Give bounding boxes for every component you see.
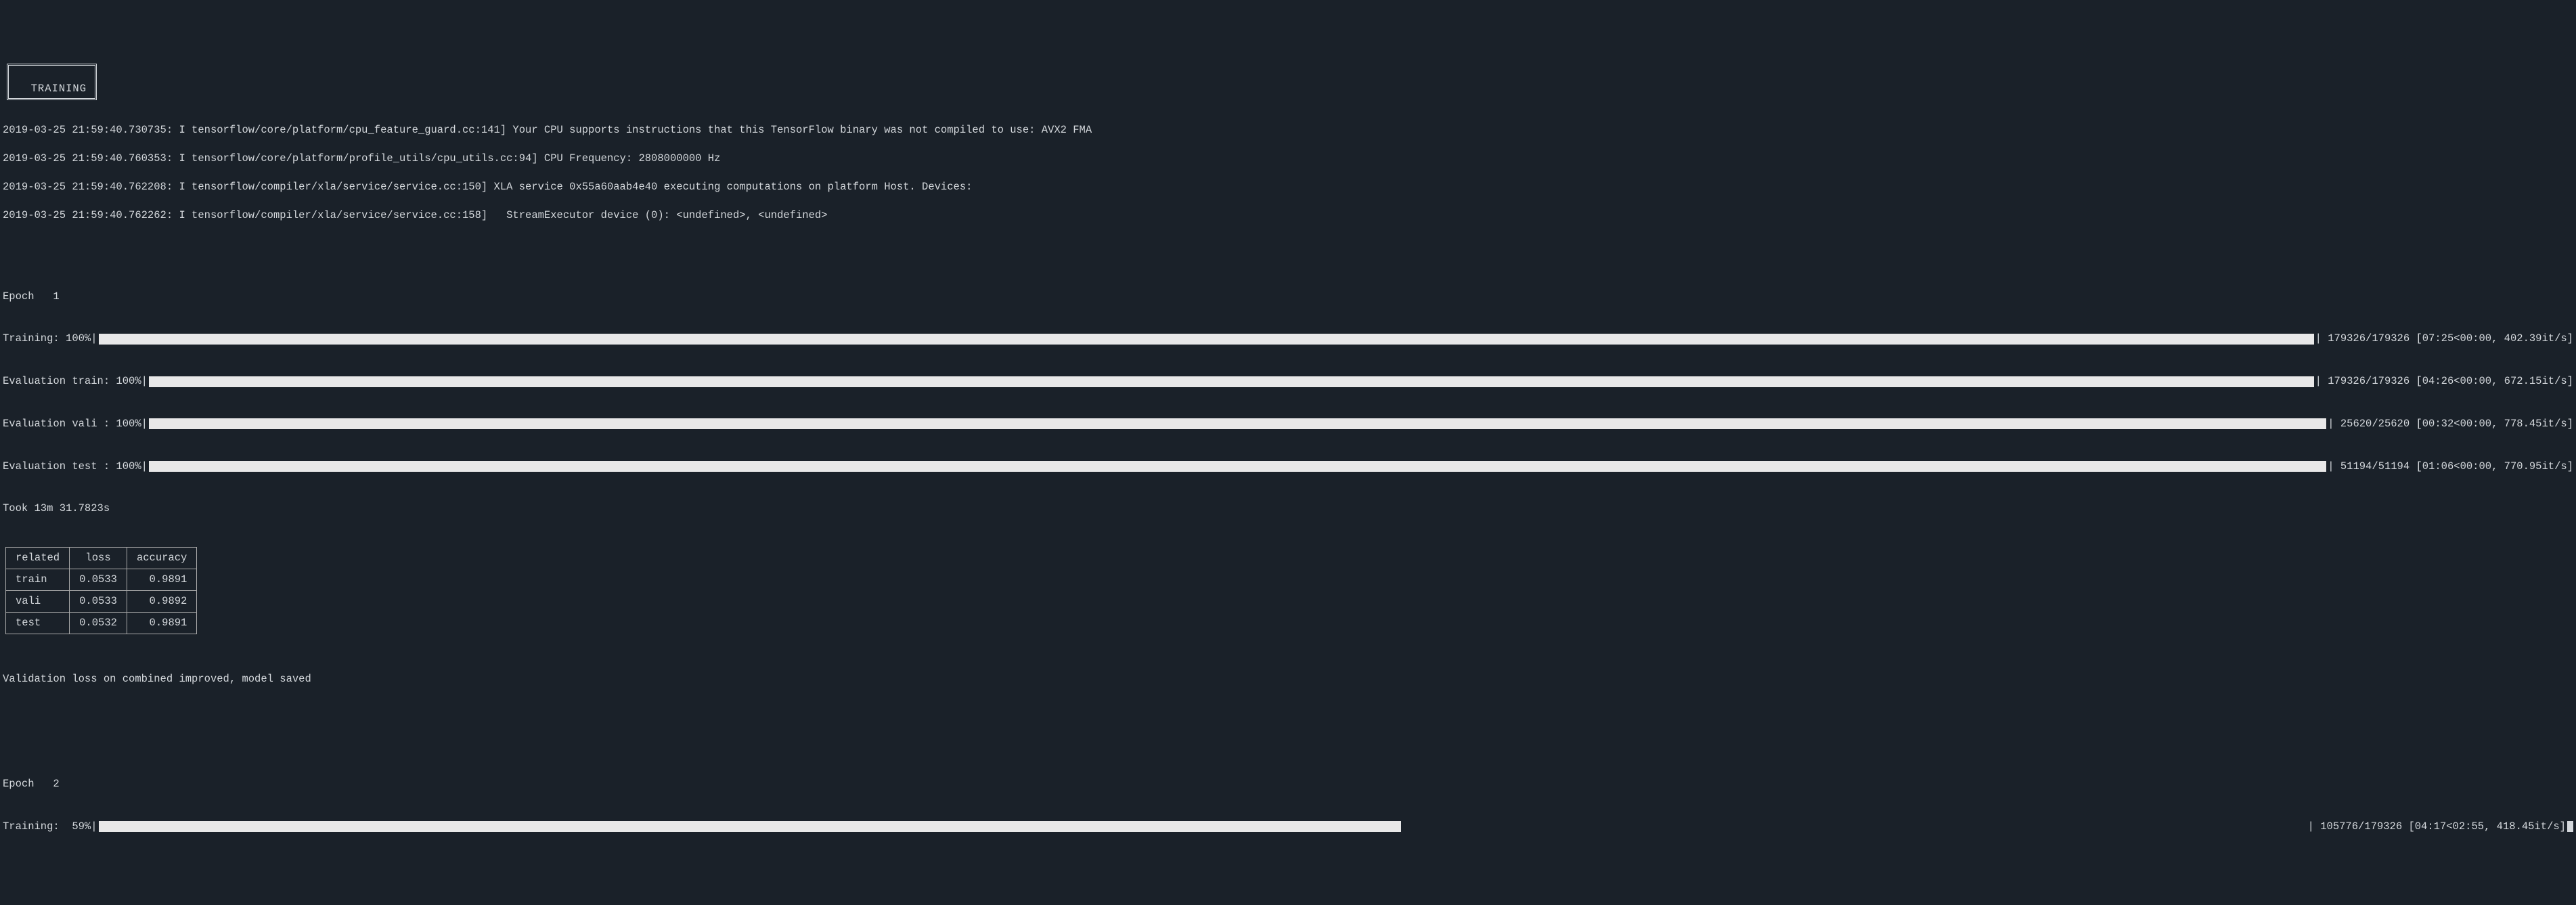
validation-message: Validation loss on combined improved, mo… (0, 672, 2576, 686)
eval-train-progress-row: Evaluation train: 100%| | 179326/179326 … (0, 374, 2576, 389)
table-cell: 0.0533 (70, 591, 127, 613)
table-row: vali 0.0533 0.9892 (6, 591, 197, 613)
epoch-label: Epoch 1 (0, 290, 2576, 304)
table-cell: 0.9892 (127, 591, 196, 613)
table-cell: test (6, 612, 70, 634)
eval-vali-progress-bar (149, 418, 2326, 429)
eval-train-progress-fill (149, 376, 2314, 387)
table-cell: 0.9891 (127, 569, 196, 591)
table-row: test 0.0532 0.9891 (6, 612, 197, 634)
training-progress-stats: | 179326/179326 [07:25<00:00, 402.39it/s… (2315, 332, 2573, 346)
eval-vali-progress-fill (149, 418, 2326, 429)
epoch-label: Epoch 2 (0, 777, 2576, 791)
eval-test-progress-label: Evaluation test : 100%| (3, 460, 148, 474)
eval-test-progress-fill (149, 461, 2326, 472)
table-row: train 0.0533 0.9891 (6, 569, 197, 591)
training-progress-label: Training: 100%| (3, 332, 97, 346)
training-progress-fill (99, 334, 2314, 345)
log-line: 2019-03-25 21:59:40.762262: I tensorflow… (0, 208, 2576, 223)
terminal-cursor (2567, 821, 2573, 832)
table-cell: vali (6, 591, 70, 613)
table-header: accuracy (127, 548, 196, 569)
training-progress-row-2: Training: 59%| | 105776/179326 [04:17<02… (0, 820, 2576, 834)
eval-train-progress-label: Evaluation train: 100%| (3, 374, 148, 389)
training-title-box: TRAINING (7, 64, 97, 100)
training-progress-label-2: Training: 59%| (3, 820, 97, 834)
eval-vali-progress-label: Evaluation vali : 100%| (3, 417, 148, 431)
eval-train-progress-bar (149, 376, 2314, 387)
log-line: 2019-03-25 21:59:40.762208: I tensorflow… (0, 180, 2576, 194)
training-progress-bar-2 (99, 821, 2307, 832)
took-duration: Took 13m 31.7823s (0, 502, 2576, 516)
training-title: TRAINING (31, 83, 87, 95)
eval-test-progress-row: Evaluation test : 100%| | 51194/51194 [0… (0, 460, 2576, 474)
eval-train-progress-stats: | 179326/179326 [04:26<00:00, 672.15it/s… (2315, 374, 2573, 389)
eval-vali-progress-stats: | 25620/25620 [00:32<00:00, 778.45it/s] (2328, 417, 2573, 431)
training-progress-fill-2 (99, 821, 1402, 832)
log-line: 2019-03-25 21:59:40.730735: I tensorflow… (0, 123, 2576, 137)
eval-vali-progress-row: Evaluation vali : 100%| | 25620/25620 [0… (0, 417, 2576, 431)
log-line: 2019-03-25 21:59:40.760353: I tensorflow… (0, 152, 2576, 166)
table-cell: train (6, 569, 70, 591)
training-progress-bar (99, 334, 2314, 345)
table-cell: 0.9891 (127, 612, 196, 634)
table-cell: 0.0533 (70, 569, 127, 591)
eval-test-progress-stats: | 51194/51194 [01:06<00:00, 770.95it/s] (2328, 460, 2573, 474)
table-cell: 0.0532 (70, 612, 127, 634)
metrics-table: related loss accuracy train 0.0533 0.989… (5, 547, 197, 634)
table-header-row: related loss accuracy (6, 548, 197, 569)
table-header: loss (70, 548, 127, 569)
training-progress-stats-2: | 105776/179326 [04:17<02:55, 418.45it/s… (2308, 820, 2566, 834)
table-header: related (6, 548, 70, 569)
eval-test-progress-bar (149, 461, 2326, 472)
training-progress-row: Training: 100%| | 179326/179326 [07:25<0… (0, 332, 2576, 346)
